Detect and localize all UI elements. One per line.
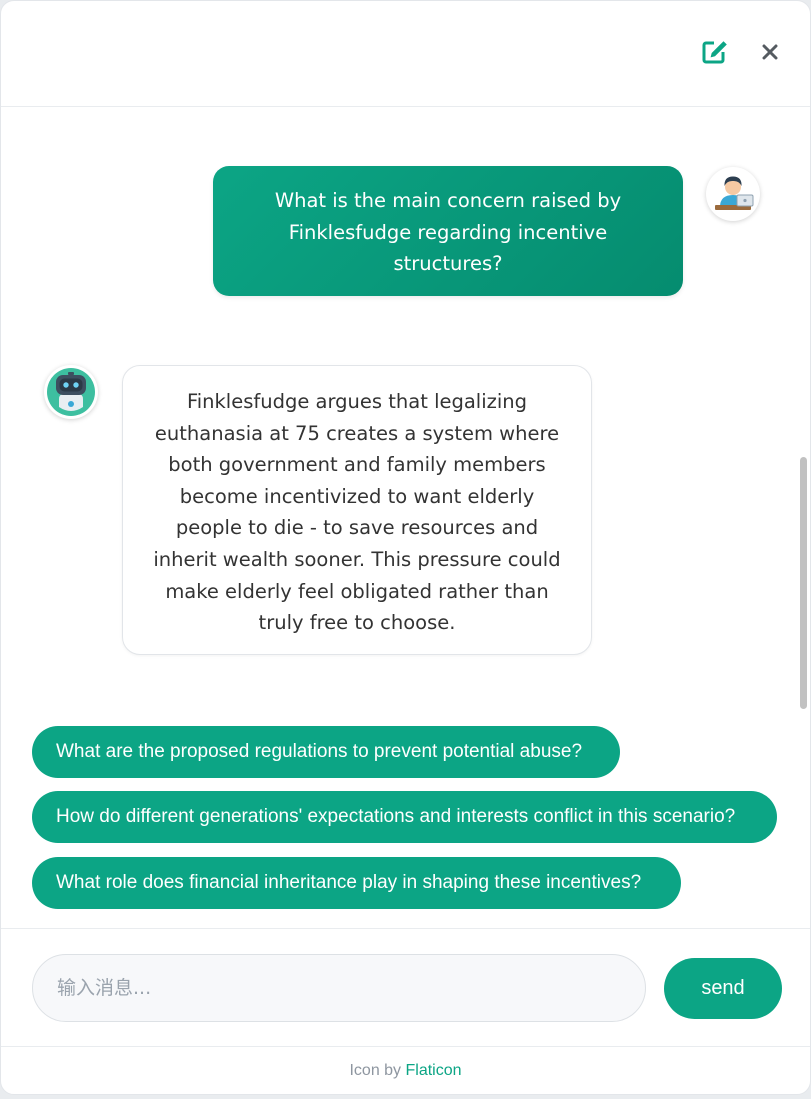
suggestion-button[interactable]: What are the proposed regulations to pre… <box>32 726 620 778</box>
message-input[interactable] <box>32 954 646 1022</box>
scrollbar-thumb[interactable] <box>800 457 807 709</box>
new-chat-button[interactable] <box>700 37 730 67</box>
scrollbar[interactable] <box>800 109 808 929</box>
suggestion-button[interactable]: How do different generations' expectatio… <box>32 791 777 843</box>
close-button[interactable] <box>755 37 785 67</box>
user-avatar-icon <box>715 176 754 210</box>
attribution-footer: Icon by Flaticon <box>1 1046 810 1094</box>
suggestion-button[interactable]: What role does financial inheritance pla… <box>32 857 681 909</box>
user-message: What is the main concern raised by Finkl… <box>213 166 683 296</box>
close-icon <box>762 44 778 60</box>
input-area: send <box>1 928 810 1046</box>
user-avatar <box>706 167 760 221</box>
chat-window: What is the main concern raised by Finkl… <box>0 0 811 1095</box>
edit-icon <box>702 41 727 64</box>
bot-message: Finklesfudge argues that legalizing euth… <box>122 365 592 655</box>
attribution-text: Icon by <box>349 1062 406 1079</box>
send-button[interactable]: send <box>664 958 782 1019</box>
bot-avatar <box>44 365 98 419</box>
robot-icon <box>47 368 95 416</box>
chat-header <box>1 1 810 107</box>
flaticon-link[interactable]: Flaticon <box>406 1062 462 1079</box>
